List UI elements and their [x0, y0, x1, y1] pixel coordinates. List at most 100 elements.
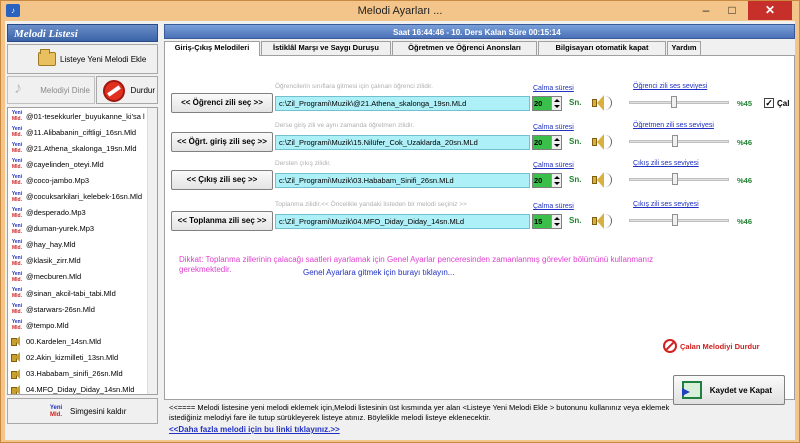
- list-item-label: @11.Alibabanin_ciftligi_16sn.Mld: [26, 127, 137, 137]
- melody-path-field[interactable]: c:\Zil_Programi\Muzik\03.Hababam_Sinifi_…: [275, 173, 530, 188]
- list-item[interactable]: 02.Akin_kizmilleti_13sn.Mld: [8, 349, 157, 365]
- speaker-icon[interactable]: [592, 93, 614, 113]
- speaker-icon[interactable]: [592, 132, 614, 152]
- speaker-icon: [10, 351, 24, 363]
- list-item[interactable]: Yeni Mld. @duman-yurek.Mp3: [8, 221, 157, 237]
- close-button[interactable]: ✕: [748, 1, 792, 20]
- save-and-close-button[interactable]: Kaydet ve Kapat: [673, 375, 785, 405]
- melody-path-field[interactable]: c:\Zil_Programi\Muzik\04.MFO_Diday_Diday…: [275, 214, 530, 229]
- client-area: Melodi Listesi Listeye Yeni Melodi Ekle …: [5, 21, 795, 440]
- tab-4[interactable]: Yardım: [667, 41, 701, 55]
- duration-stepper[interactable]: 15: [532, 214, 562, 229]
- stop-playing-button[interactable]: Çalan Melodiyi Durdur: [663, 339, 760, 353]
- list-item[interactable]: Yeni Mld. @11.Alibabanin_ciftligi_16sn.Mld: [8, 124, 157, 140]
- volume-label: Çıkış zili ses seviyesi: [633, 160, 699, 167]
- tab-3[interactable]: Bilgisayarı otomatik kapat: [538, 41, 666, 55]
- tab-strip: Giriş-Çıkış Melodileri İstiklâl Marşı ve …: [164, 41, 795, 56]
- mld-badge-icon: Yeni Mld.: [11, 303, 23, 316]
- tab-2[interactable]: Öğretmen ve Öğrenci Anonsları: [392, 41, 537, 55]
- list-item[interactable]: Yeni Mld. @starwars-26sn.Mld: [8, 301, 157, 317]
- mld-badge-icon: Yeni Mld.: [11, 238, 23, 251]
- remove-icon-button[interactable]: Yeni Mld. Simgesini kaldır: [7, 398, 158, 424]
- list-scrollbar[interactable]: [147, 108, 157, 394]
- list-item[interactable]: Yeni Mld. @cocuksarkilari_kelebek-16sn.Mld: [8, 188, 157, 204]
- list-item[interactable]: Yeni Mld. @sinan_akcil-tabi_tabi.Mld: [8, 285, 157, 301]
- select-bell-button[interactable]: << Çıkış zili seç >>: [171, 170, 273, 190]
- list-item[interactable]: Yeni Mld. @01-tesekkurler_buyukanne_ki'sa …: [8, 108, 157, 124]
- stepper-arrows-icon[interactable]: [551, 174, 561, 187]
- speaker-icon[interactable]: [592, 170, 614, 190]
- list-item[interactable]: Yeni Mld. @21.Athena_skalonga_19sn.Mld: [8, 140, 157, 156]
- volume-percent: %46: [737, 217, 753, 226]
- more-melodies-link[interactable]: <<Daha fazla melodi için bu linki tıklay…: [169, 425, 340, 434]
- list-item-label: @starwars-26sn.Mld: [26, 304, 95, 314]
- checkbox-box[interactable]: ✓: [764, 98, 774, 108]
- duration-value[interactable]: 20: [533, 136, 551, 149]
- no-sound-icon: [663, 339, 677, 353]
- list-item[interactable]: 04.MFO_Diday_Diday_14sn.Mld: [8, 382, 157, 394]
- mld-badge-icon: Yeni Mld.: [49, 405, 63, 418]
- add-melody-button[interactable]: Listeye Yeni Melodi Ekle: [7, 44, 158, 74]
- exit-door-icon: [682, 381, 702, 399]
- stepper-arrows-icon[interactable]: [551, 136, 561, 149]
- list-item[interactable]: Yeni Mld. @cayelinden_oteyi.Mld: [8, 156, 157, 172]
- list-item-label: @hay_hay.Mld: [26, 240, 76, 250]
- duration-label[interactable]: Çalma süresi: [533, 85, 574, 92]
- listen-melody-button[interactable]: ♪ Melodiyi Dinle: [7, 76, 95, 104]
- duration-unit: Sn.: [569, 98, 582, 107]
- stepper-arrows-icon[interactable]: [551, 97, 561, 110]
- play-checkbox[interactable]: ✓ Çal: [764, 98, 789, 108]
- status-bar: Saat 16:44:46 - 10. Ders Kalan Süre 00:1…: [164, 24, 795, 39]
- list-item[interactable]: Yeni Mld. @tempo.Mld: [8, 317, 157, 333]
- duration-label[interactable]: Çalma süresi: [533, 162, 574, 169]
- duration-label[interactable]: Çalma süresi: [533, 203, 574, 210]
- duration-value[interactable]: 20: [533, 174, 551, 187]
- melody-list[interactable]: Yeni Mld. @01-tesekkurler_buyukanne_ki'sa …: [7, 107, 158, 395]
- mld-badge-icon: Yeni Mld.: [11, 319, 23, 332]
- stop-playing-label: Çalan Melodiyi Durdur: [680, 341, 760, 351]
- volume-slider[interactable]: [629, 173, 729, 185]
- list-item-label: @duman-yurek.Mp3: [26, 224, 95, 234]
- general-settings-link[interactable]: Genel Ayarlara gitmek için burayı tıklay…: [303, 268, 454, 277]
- stop-button[interactable]: Durdur: [96, 76, 158, 104]
- stepper-arrows-icon[interactable]: [551, 215, 561, 228]
- maximize-button[interactable]: □: [719, 1, 745, 20]
- left-panel: Melodi Listesi Listeye Yeni Melodi Ekle …: [5, 21, 160, 440]
- list-item[interactable]: Yeni Mld. @desperado.Mp3: [8, 205, 157, 221]
- duration-stepper[interactable]: 20: [532, 173, 562, 188]
- volume-slider[interactable]: [629, 96, 729, 108]
- list-item-label: @cayelinden_oteyi.Mld: [26, 159, 104, 169]
- duration-value[interactable]: 20: [533, 97, 551, 110]
- list-item[interactable]: Yeni Mld. @mecburen.Mld: [8, 269, 157, 285]
- melody-path-field[interactable]: c:\Zil_Programi\Muzik\@21.Athena_skalong…: [275, 96, 530, 111]
- list-item[interactable]: Yeni Mld. @coco-jambo.Mp3: [8, 172, 157, 188]
- select-bell-button[interactable]: << Öğrenci zili seç >>: [171, 93, 273, 113]
- no-entry-icon: [103, 80, 125, 102]
- volume-slider[interactable]: [629, 135, 729, 147]
- duration-label[interactable]: Çalma süresi: [533, 124, 574, 131]
- list-item[interactable]: Yeni Mld. @klasik_zirr.Mld: [8, 253, 157, 269]
- tab-0[interactable]: Giriş-Çıkış Melodileri: [164, 41, 260, 56]
- select-bell-button[interactable]: << Öğrt. giriş zili seç >>: [171, 132, 273, 152]
- list-item[interactable]: 03.Hababam_sinifi_26sn.Mld: [8, 366, 157, 382]
- melody-list-header: Melodi Listesi: [7, 24, 158, 42]
- speaker-icon: [10, 335, 24, 347]
- minimize-button[interactable]: ‒: [693, 1, 719, 20]
- speaker-icon[interactable]: [592, 211, 614, 231]
- duration-value[interactable]: 15: [533, 215, 551, 228]
- tab-1[interactable]: İstiklâl Marşı ve Saygı Duruşu: [261, 41, 391, 55]
- info-line-2: istediğiniz melodiyi fare ile tutup sürü…: [169, 413, 491, 422]
- list-item-label: @coco-jambo.Mp3: [26, 175, 90, 185]
- duration-stepper[interactable]: 20: [532, 135, 562, 150]
- select-bell-button[interactable]: << Toplanma zili seç >>: [171, 211, 273, 231]
- list-item-label: @desperado.Mp3: [26, 208, 86, 218]
- window-title: Melodi Ayarları ...: [357, 5, 443, 17]
- duration-stepper[interactable]: 20: [532, 96, 562, 111]
- melody-path-field[interactable]: c:\Zil_Programi\Muzik\15.Nilüfer_Cok_Uza…: [275, 135, 530, 150]
- mld-badge-icon: Yeni Mld.: [11, 142, 23, 155]
- volume-slider[interactable]: [629, 214, 729, 226]
- list-item[interactable]: 00.Kardelen_14sn.Mld: [8, 333, 157, 349]
- mld-badge-icon: Yeni Mld.: [11, 270, 23, 283]
- save-label: Kaydet ve Kapat: [709, 385, 772, 395]
- list-item[interactable]: Yeni Mld. @hay_hay.Mld: [8, 237, 157, 253]
